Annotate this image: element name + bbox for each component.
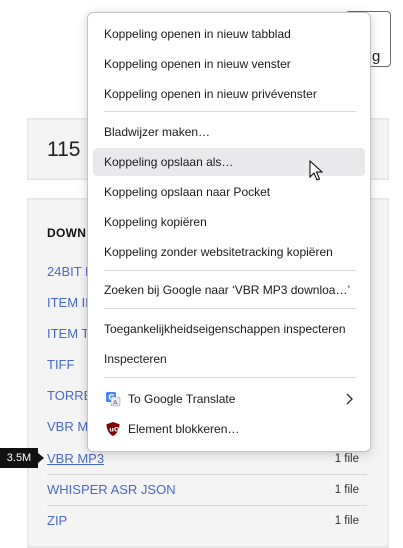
menu-item-label: Koppeling opslaan naar Pocket — [104, 185, 271, 199]
menu-separator — [104, 308, 356, 309]
download-file-count: 1 file — [334, 453, 359, 465]
download-row[interactable]: ZIP 1 file — [47, 513, 367, 543]
menu-item-label: Koppeling openen in nieuw privévenster — [104, 87, 317, 101]
menu-item-label: Koppeling kopiëren — [104, 215, 207, 229]
download-row[interactable]: VBR MP3 1 file — [47, 451, 367, 481]
svg-text:A: A — [113, 399, 118, 407]
menu-item-label: Zoeken bij Google naar ‘VBR MP3 downloa…… — [104, 283, 351, 297]
menu-item-search-google[interactable]: Zoeken bij Google naar ‘VBR MP3 downloa…… — [93, 276, 365, 304]
size-tooltip: 3.5M — [0, 448, 44, 468]
download-format-link[interactable]: TIFF — [47, 357, 74, 372]
google-translate-icon: G A — [106, 392, 121, 407]
menu-item-label: Koppeling zonder websitetracking kopiëre… — [104, 245, 333, 259]
row-divider — [47, 474, 367, 475]
chevron-right-icon — [346, 393, 353, 405]
svg-text:uO: uO — [109, 426, 120, 434]
menu-item-save-to-pocket[interactable]: Koppeling opslaan naar Pocket — [93, 178, 365, 206]
menu-separator — [104, 270, 356, 271]
menu-item-label: Koppeling openen in nieuw venster — [104, 57, 291, 71]
count-value: 115 — [47, 138, 81, 161]
menu-item-open-new-tab[interactable]: Koppeling openen in nieuw tabblad — [93, 20, 365, 48]
menu-item-open-new-window[interactable]: Koppeling openen in nieuw venster — [93, 50, 365, 78]
menu-item-label: Inspecteren — [104, 352, 167, 366]
menu-item-bookmark[interactable]: Bladwijzer maken… — [93, 118, 365, 146]
menu-separator — [104, 377, 356, 378]
menu-item-copy-clean-link[interactable]: Koppeling zonder websitetracking kopiëre… — [93, 238, 365, 266]
menu-item-google-translate[interactable]: G A To Google Translate — [93, 385, 365, 413]
context-menu: Koppeling openen in nieuw tabblad Koppel… — [87, 12, 371, 452]
row-divider — [47, 505, 367, 506]
download-format-link[interactable]: VBR MP3 — [47, 451, 104, 466]
menu-item-label: Toegankelijkheidseigenschappen inspecter… — [104, 322, 346, 336]
menu-item-open-private-window[interactable]: Koppeling openen in nieuw privévenster — [93, 80, 365, 108]
menu-item-label: To Google Translate — [128, 392, 236, 406]
menu-item-inspect[interactable]: Inspecteren — [93, 345, 365, 373]
menu-item-label: Bladwijzer maken… — [104, 125, 211, 139]
download-file-count: 1 file — [334, 484, 359, 496]
menu-separator — [104, 111, 356, 112]
download-row[interactable]: WHISPER ASR JSON 1 file — [47, 482, 367, 512]
mouse-cursor-icon — [309, 160, 324, 181]
menu-item-block-element[interactable]: uO Element blokkeren… — [93, 415, 365, 443]
download-file-count: 1 file — [334, 515, 359, 527]
menu-item-label: Koppeling openen in nieuw tabblad — [104, 27, 291, 41]
menu-item-inspect-accessibility[interactable]: Toegankelijkheidseigenschappen inspecter… — [93, 315, 365, 343]
download-format-link[interactable]: ZIP — [47, 513, 67, 528]
top-box-text: g — [372, 48, 381, 65]
menu-item-label: Element blokkeren… — [128, 422, 240, 436]
download-format-link[interactable]: WHISPER ASR JSON — [47, 482, 176, 497]
menu-item-copy-link[interactable]: Koppeling kopiëren — [93, 208, 365, 236]
ublock-shield-icon: uO — [106, 422, 120, 436]
menu-item-label: Koppeling opslaan als… — [104, 155, 234, 169]
